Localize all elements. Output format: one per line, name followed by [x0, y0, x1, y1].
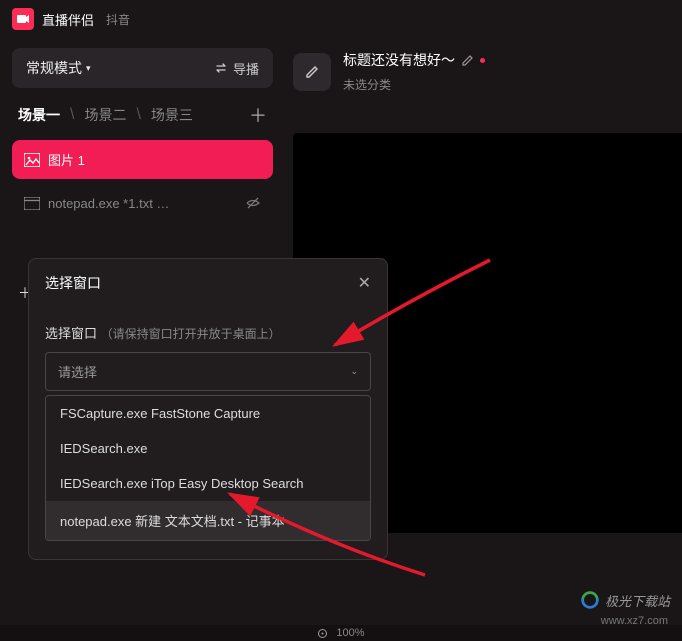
watermark-text: 极光下载站 [605, 591, 670, 610]
tab-scene-3[interactable]: 场景三 [151, 105, 193, 125]
watermark-logo-icon [579, 589, 601, 611]
tab-scene-2[interactable]: 场景二 [84, 105, 126, 125]
stream-title: 标题还没有想好～ [343, 50, 455, 70]
window-icon [24, 197, 40, 210]
dialog-hint: （请保持窗口打开并放于桌面上） [101, 327, 281, 341]
app-title: 直播伴侣 [42, 10, 94, 29]
edit-title-button[interactable] [293, 53, 331, 91]
swap-icon [215, 61, 229, 75]
chevron-down-icon: ⌄ [350, 366, 358, 377]
mode-label: 常规模式 [26, 58, 82, 78]
app-subtitle: 抖音 [106, 11, 130, 28]
scene-tabs: 场景一 \ 场景二 \ 场景三 ＋ [12, 92, 273, 140]
add-scene-button[interactable]: ＋ [249, 102, 267, 128]
zoom-level: 100% [336, 627, 364, 639]
app-logo-icon [12, 8, 34, 30]
select-placeholder: 请选择 [58, 362, 97, 381]
chevron-down-icon: ▾ [86, 63, 91, 74]
source-label: 图片 1 [48, 150, 85, 169]
swap-button[interactable]: 导播 [215, 59, 259, 78]
source-label: notepad.exe *1.txt … [48, 196, 169, 211]
window-select[interactable]: 请选择 ⌄ [45, 352, 371, 391]
select-window-dialog: 选择窗口 ✕ 选择窗口 （请保持窗口打开并放于桌面上） 请选择 ⌄ FSCapt… [28, 258, 388, 560]
image-icon [24, 153, 40, 167]
watermark: 极光下载站 [579, 589, 670, 611]
dropdown-option[interactable]: notepad.exe 新建 文本文档.txt - 记事本 [46, 501, 370, 540]
source-item-window[interactable]: notepad.exe *1.txt … [12, 185, 273, 221]
source-item-image[interactable]: 图片 1 [12, 140, 273, 179]
pencil-icon[interactable] [461, 54, 474, 67]
window-dropdown: FSCapture.exe FastStone Capture IEDSearc… [45, 395, 371, 541]
dialog-title: 选择窗口 [45, 273, 101, 293]
titlebar: 直播伴侣 抖音 [0, 0, 682, 38]
tab-scene-1[interactable]: 场景一 [18, 105, 60, 125]
edit-icon [304, 64, 320, 80]
bottom-toolbar: 100% [0, 625, 682, 641]
dropdown-option[interactable]: IEDSearch.exe iTop Easy Desktop Search [46, 466, 370, 501]
dropdown-option[interactable]: FSCapture.exe FastStone Capture [46, 396, 370, 431]
stream-category[interactable]: 未选分类 [343, 76, 485, 93]
dialog-label: 选择窗口 [45, 326, 97, 341]
dropdown-option[interactable]: IEDSearch.exe [46, 431, 370, 466]
notification-dot-icon [480, 58, 485, 63]
close-icon[interactable]: ✕ [358, 273, 371, 293]
target-icon[interactable] [317, 628, 328, 639]
mode-selector[interactable]: 常规模式 ▾ 导播 [12, 48, 273, 88]
hidden-icon[interactable] [245, 195, 261, 211]
